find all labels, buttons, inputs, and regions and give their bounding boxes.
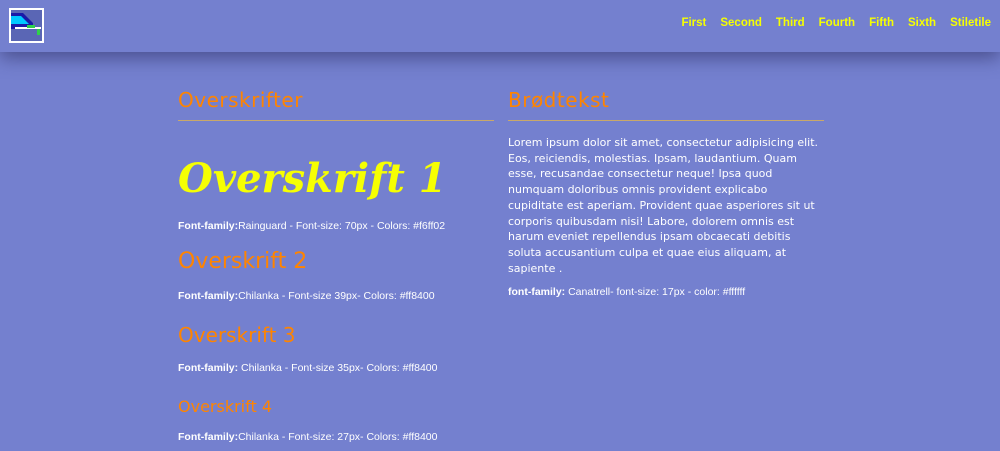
meta-value: Canatrell- font-size: 17px - color: #fff… (565, 286, 746, 299)
body-text-column: Brødtekst Lorem ipsum dolor sit amet, co… (508, 88, 824, 298)
meta-label: Font-family: (178, 362, 239, 374)
headings-section-title: Overskrifter (178, 88, 494, 121)
meta-value: Chilanka - Font-size 39px- Colors: #ff84… (238, 290, 435, 302)
meta-value: Chilanka - Font-size 35px- Colors: #ff84… (238, 362, 438, 374)
main-nav: First Second Third Fourth Fifth Sixth St… (681, 17, 991, 29)
meta-label: Font-family: (178, 220, 239, 232)
meta-label: font-family: (508, 286, 566, 299)
heading-3-meta: Font-family: Chilanka - Font-size 35px- … (178, 362, 494, 374)
logo[interactable] (9, 8, 44, 43)
heading-1-meta: Font-family:Rainguard - Font-size: 70px … (178, 220, 494, 232)
nav-item-first[interactable]: First (681, 17, 706, 29)
nav-item-third[interactable]: Third (776, 17, 805, 29)
heading-4-meta: Font-family:Chilanka - Font-size: 27px- … (178, 431, 494, 443)
nav-item-second[interactable]: Second (720, 17, 762, 29)
meta-value: Chilanka - Font-size: 27px- Colors: #ff8… (238, 431, 438, 443)
meta-label: Font-family: (178, 290, 239, 302)
heading-4-sample: Overskrift 4 (178, 397, 272, 416)
body-text-meta: font-family: Canatrell- font-size: 17px … (508, 286, 824, 298)
heading-3-sample: Overskrift 3 (178, 323, 296, 347)
nav-item-sixth[interactable]: Sixth (908, 17, 936, 29)
body-text-sample: Lorem ipsum dolor sit amet, consectetur … (508, 136, 819, 275)
heading-1-sample: Overskrift 1 (178, 155, 447, 202)
heading-2-meta: Font-family:Chilanka - Font-size 39px- C… (178, 290, 494, 302)
heading-2-sample: Overskrift 2 (178, 249, 308, 274)
nav-item-fourth[interactable]: Fourth (819, 17, 855, 29)
nav-item-fifth[interactable]: Fifth (869, 17, 894, 29)
site-header: First Second Third Fourth Fifth Sixth St… (0, 0, 1000, 52)
logo-icon (11, 10, 42, 41)
headings-column: Overskrifter Overskrift 1 Font-family:Ra… (178, 88, 494, 443)
body-text-section-title: Brødtekst (508, 88, 824, 121)
meta-label: Font-family: (178, 431, 239, 443)
nav-item-stiletile[interactable]: Stiletile (950, 17, 991, 29)
meta-value: Rainguard - Font-size: 70px - Colors: #f… (238, 220, 446, 232)
